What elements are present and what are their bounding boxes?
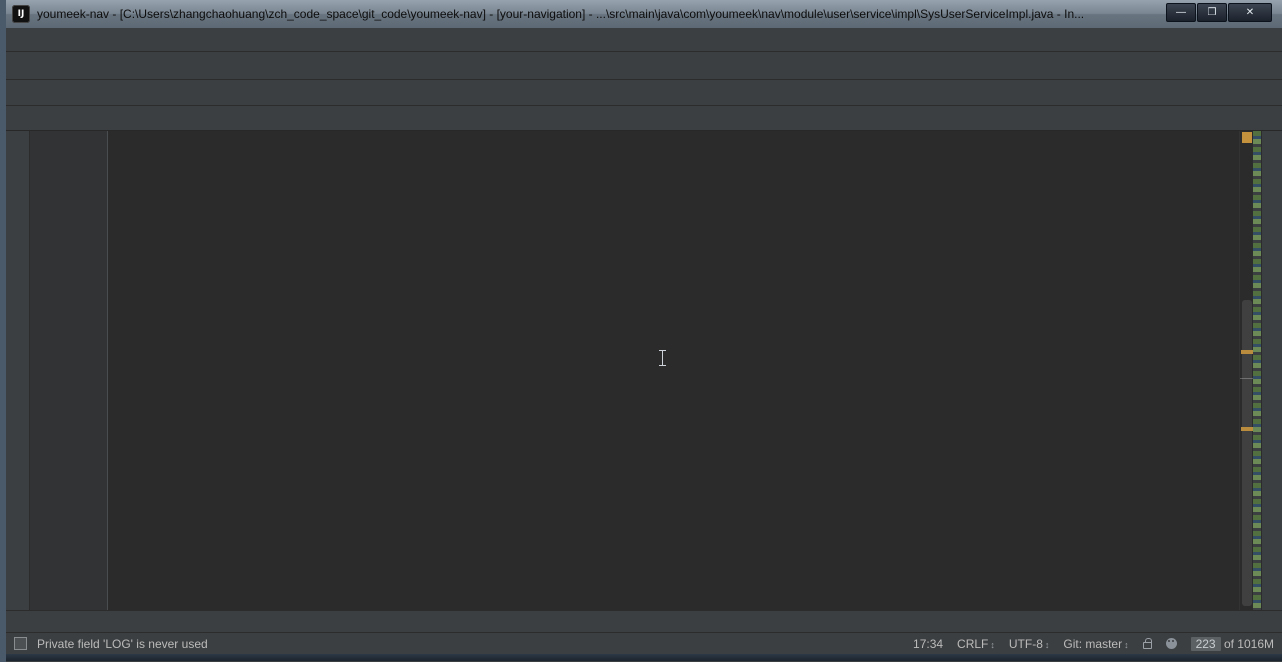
- scrollbar-thumb[interactable]: [1242, 300, 1252, 606]
- git-branch-widget[interactable]: Git: master↕: [1063, 637, 1128, 651]
- editor-scrollbar[interactable]: [1239, 131, 1253, 610]
- maximize-button[interactable]: ❒: [1197, 3, 1227, 22]
- menu-bar: [6, 28, 1282, 52]
- minimize-button[interactable]: —: [1166, 3, 1196, 22]
- status-bar: Private field 'LOG' is never used 17:34 …: [6, 632, 1282, 654]
- title-bar[interactable]: IJ youmeek-nav - [C:\Users\zhangchaohuan…: [6, 0, 1282, 28]
- status-message: Private field 'LOG' is never used: [37, 637, 208, 651]
- breadcrumb: [6, 80, 1282, 106]
- window-title: youmeek-nav - [C:\Users\zhangchaohuang\z…: [37, 7, 1084, 21]
- inspection-status-icon[interactable]: [1242, 132, 1252, 143]
- line-ending-widget[interactable]: CRLF↕: [957, 637, 995, 651]
- editor-gutter: [30, 131, 108, 610]
- intellij-logo-icon: IJ: [12, 5, 30, 23]
- right-tool-stripe: [1261, 131, 1282, 610]
- mouse-cursor-ibeam: [658, 350, 667, 366]
- lock-icon[interactable]: [1143, 642, 1152, 649]
- ide-window: IJ youmeek-nav - [C:\Users\zhangchaohuan…: [0, 0, 1282, 662]
- warning-stripe-mark[interactable]: [1241, 350, 1253, 354]
- editor-tab-bar: [6, 106, 1282, 131]
- clock-widget: 17:34: [913, 637, 943, 651]
- code-editor[interactable]: [30, 131, 1239, 610]
- left-tool-stripe: [6, 131, 30, 610]
- tool-stripes-toggle-icon[interactable]: [14, 637, 27, 650]
- close-button[interactable]: ✕: [1228, 3, 1272, 22]
- error-stripe-pattern: [1253, 131, 1261, 610]
- encoding-widget[interactable]: UTF-8↕: [1009, 637, 1050, 651]
- memory-indicator[interactable]: 223 of 1016M: [1191, 637, 1274, 651]
- tool-window-bar: [6, 610, 1282, 632]
- hector-inspections-icon[interactable]: [1166, 638, 1177, 649]
- stripe-line-mark: [1240, 378, 1254, 379]
- warning-stripe-mark[interactable]: [1241, 427, 1253, 431]
- toolbar: [6, 52, 1282, 80]
- window-bottom-border: [6, 654, 1282, 661]
